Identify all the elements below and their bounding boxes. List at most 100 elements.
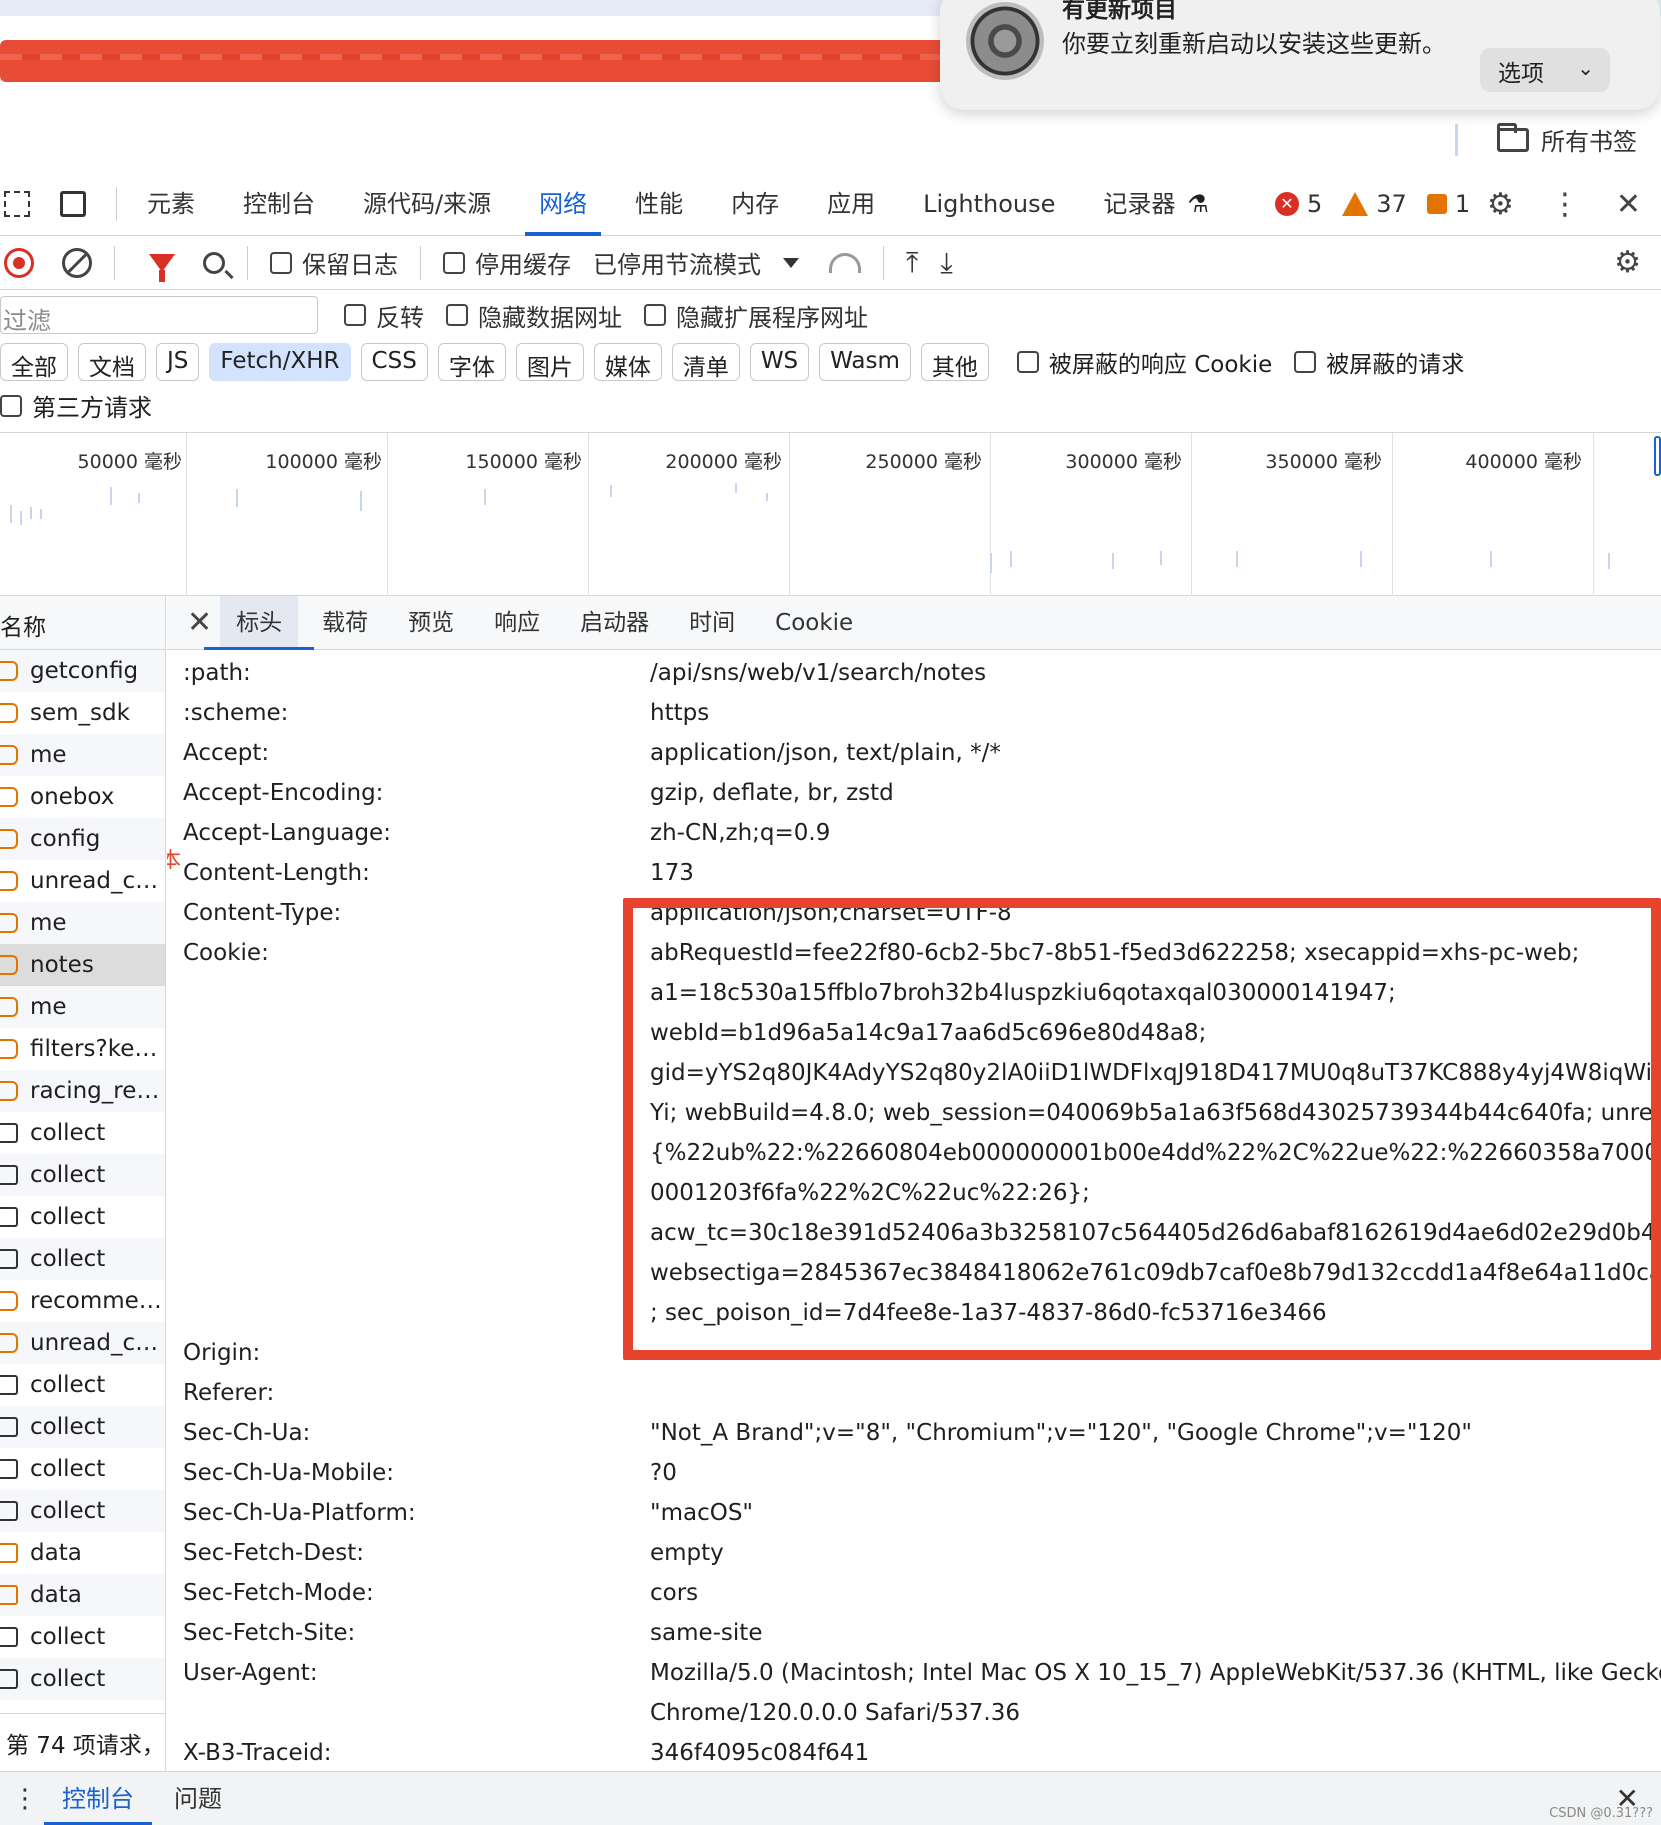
drawer-tab-1[interactable]: 问题 [174,1772,222,1825]
hide-data-urls-checkbox[interactable]: 隐藏数据网址 [446,298,622,333]
request-row[interactable]: onebox [0,776,165,818]
type-chip-5[interactable]: 字体 [437,343,506,381]
tab-devtools-1[interactable]: 控制台 [243,172,315,236]
settings-gear-icon[interactable]: ⚙ [1487,187,1514,222]
image-icon [0,1543,18,1563]
blocked-response-cookies-checkbox[interactable]: 被屏蔽的响应 Cookie [1016,345,1272,379]
request-row[interactable]: collect [0,1490,165,1532]
tab-devtools-3[interactable]: 网络 [525,172,602,236]
import-har-icon[interactable]: ⤒ [906,246,918,280]
throttling-select[interactable]: 已停用节流模式 [593,245,761,280]
type-chip-3[interactable]: Fetch/XHR [209,343,351,381]
tab-detail-3[interactable]: 响应 [494,596,540,650]
timeline-request-bar [766,493,768,501]
request-row[interactable]: collect [0,1658,165,1700]
request-row[interactable]: racing_re… [0,1070,165,1112]
clear-log-button[interactable] [62,247,92,278]
export-har-icon[interactable]: ⤓ [940,246,952,280]
request-row[interactable]: recomme… [0,1280,165,1322]
request-row[interactable]: collect [0,1448,165,1490]
request-row[interactable]: collect [0,1196,165,1238]
drawer-tab-0[interactable]: 控制台 [44,1772,152,1825]
type-chip-8[interactable]: 清单 [671,343,740,381]
type-chip-10[interactable]: Wasm [819,343,911,381]
tab-devtools-0[interactable]: 元素 [147,172,195,236]
more-options-icon[interactable]: ⋮ [1550,187,1580,222]
network-toolbar: 保留日志 停用缓存 已停用节流模式 ⤒ ⤓ ⚙ [0,236,1661,290]
type-chip-4[interactable]: CSS [360,343,428,381]
request-row[interactable]: sem_sdk [0,692,165,734]
update-notification[interactable]: 有更新项目 你要立刻重新启动以安装这些更新。 选项 ⌄ [940,0,1660,110]
type-chip-6[interactable]: 图片 [515,343,584,381]
checkbox-box [644,304,666,326]
toolbar-divider [116,186,117,221]
preserve-log-checkbox[interactable]: 保留日志 [270,245,398,280]
type-chip-1[interactable]: 文档 [78,343,146,381]
type-chip-9[interactable]: WS [749,343,810,381]
network-conditions-icon[interactable] [829,252,861,273]
tab-detail-0[interactable]: 标头 [204,596,315,650]
network-settings-icon[interactable]: ⚙ [1614,245,1641,280]
request-row[interactable]: me [0,986,165,1028]
request-row[interactable]: me [0,734,165,776]
overview-window-handle[interactable] [1654,436,1661,476]
request-name: collect [30,1456,106,1482]
search-icon[interactable] [203,251,225,274]
request-row[interactable]: getconfig [0,650,165,692]
name-column-header[interactable]: 名称 [0,596,165,650]
drawer-menu-icon[interactable]: ⋮ [12,1784,38,1814]
tab-devtools-7[interactable]: Lighthouse [923,172,1055,236]
tab-devtools-8[interactable]: 记录器 [1103,172,1175,236]
disable-cache-checkbox[interactable]: 停用缓存 [443,245,571,280]
header-value: ?0 [650,1460,677,1486]
tab-detail-4[interactable]: 启动器 [580,596,649,650]
tab-devtools-4[interactable]: 性能 [635,172,683,236]
request-row[interactable]: collect [0,1238,165,1280]
tab-detail-6[interactable]: Cookie [775,596,853,650]
request-row[interactable]: unread_c… [0,860,165,902]
type-chip-2[interactable]: JS [156,343,200,381]
tab-devtools-5[interactable]: 内存 [731,172,779,236]
tab-detail-5[interactable]: 时间 [689,596,735,650]
recorder-flask-icon: ⚗ [1187,189,1209,218]
header-name: Sec-Ch-Ua-Platform: [183,1500,416,1526]
blocked-requests-checkbox[interactable]: 被屏蔽的请求 [1294,345,1464,379]
all-bookmarks-button[interactable]: 所有书签 [1497,122,1637,157]
dropdown-arrow-icon[interactable] [783,257,799,268]
type-chip-0[interactable]: 全部 [0,343,68,381]
request-row[interactable]: collect [0,1364,165,1406]
tab-detail-1[interactable]: 载荷 [322,596,368,650]
type-chip-11[interactable]: 其他 [920,343,989,381]
request-row[interactable]: me [0,902,165,944]
request-row[interactable]: notes [0,944,165,986]
network-overview-timeline[interactable]: 50000 毫秒 100000 毫秒 150000 毫秒 200000 毫秒 25000… [0,432,1661,597]
request-row[interactable]: collect [0,1112,165,1154]
tab-detail-2[interactable]: 预览 [408,596,454,650]
filter-input[interactable]: 过滤 [0,296,318,335]
request-row[interactable]: data [0,1532,165,1574]
close-detail-icon[interactable]: ✕ [187,605,212,640]
request-row[interactable]: collect [0,1154,165,1196]
invert-checkbox[interactable]: 反转 [344,298,424,333]
inspect-element-icon[interactable] [4,190,30,217]
fetch-xhr-icon [0,1333,18,1353]
request-row[interactable]: filters?ke… [0,1028,165,1070]
request-row[interactable]: collect [0,1406,165,1448]
request-row[interactable]: config [0,818,165,860]
request-row[interactable]: collect [0,1616,165,1658]
device-toolbar-icon[interactable] [60,190,86,217]
type-chip-7[interactable]: 媒体 [593,343,662,381]
filter-icon[interactable] [149,253,175,282]
record-stop-button[interactable] [4,247,34,278]
tab-devtools-2[interactable]: 源代码/来源 [363,172,491,236]
header-value: websectiga=2845367ec3848418062e761c09db7… [650,1260,1661,1286]
third-party-checkbox[interactable]: 第三方请求 [0,388,152,423]
hide-extension-urls-checkbox[interactable]: 隐藏扩展程序网址 [644,298,868,333]
tab-devtools-6[interactable]: 应用 [827,172,875,236]
options-button[interactable]: 选项 ⌄ [1480,48,1610,92]
header-name: Sec-Ch-Ua-Mobile: [183,1460,395,1486]
close-devtools-icon[interactable]: ✕ [1616,187,1641,222]
request-row[interactable]: data [0,1574,165,1616]
request-row[interactable]: unread_c… [0,1322,165,1364]
console-status-counters[interactable]: ✕ 5 37 1 [1275,172,1470,236]
